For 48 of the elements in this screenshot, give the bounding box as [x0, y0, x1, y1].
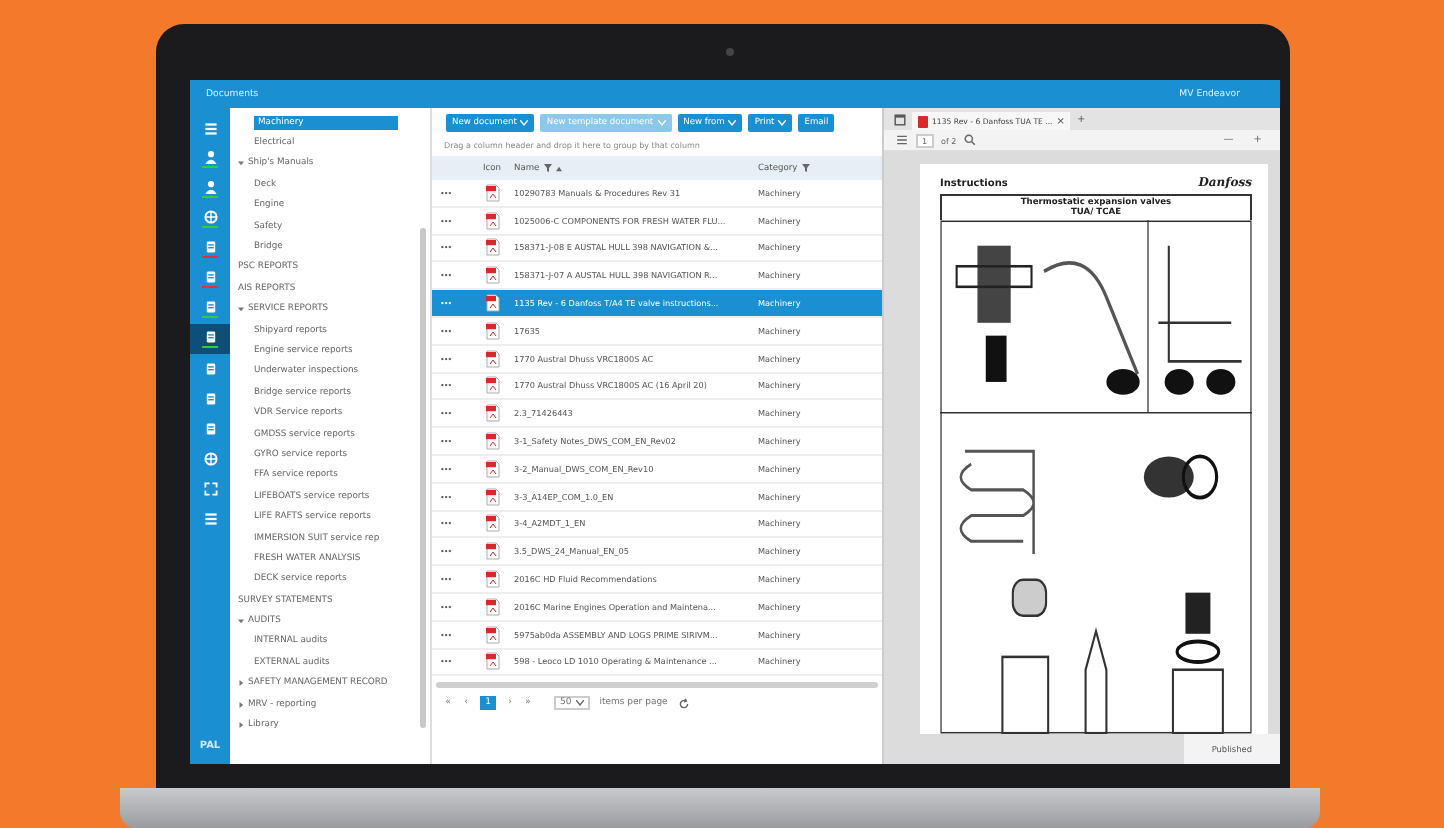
globe-icon	[203, 452, 217, 466]
caret-right-icon	[238, 701, 244, 708]
caret-down-icon	[657, 120, 666, 126]
pdf-file-icon	[485, 349, 499, 368]
horizontal-scrollbar[interactable]	[436, 682, 878, 689]
pdf-file-icon	[485, 514, 499, 533]
pdf-file-icon	[485, 183, 499, 202]
list-icon	[203, 512, 217, 526]
camera-dot	[726, 48, 734, 56]
pdf-file-icon	[485, 432, 499, 451]
caret-down-icon	[238, 618, 244, 625]
person-icon	[203, 180, 217, 194]
pdf-file-icon	[485, 652, 499, 671]
globe-icon	[203, 210, 217, 224]
menu-icon	[203, 122, 217, 136]
rail-item[interactable]	[190, 324, 230, 354]
filter-icon[interactable]	[801, 164, 810, 172]
caret-down-icon	[728, 120, 737, 126]
pdf-file-icon	[485, 211, 499, 230]
refresh-icon[interactable]	[677, 697, 690, 710]
pdf-file-icon	[485, 570, 499, 589]
pdf-file-icon	[485, 238, 499, 257]
caret-down-icon	[238, 306, 244, 313]
pdf-file-icon	[485, 459, 499, 478]
caret-down-icon	[575, 700, 584, 707]
pdf-file-icon	[485, 625, 499, 644]
caret-down-icon	[520, 120, 529, 126]
pdf-file-icon	[485, 321, 499, 340]
window-icon	[894, 113, 906, 125]
scrollbar[interactable]	[420, 228, 426, 728]
caret-right-icon	[238, 680, 244, 687]
sort-up-icon	[555, 165, 562, 171]
caret-down-icon	[238, 160, 244, 167]
pdf-file-icon	[485, 404, 499, 423]
pdf-file-icon	[485, 376, 499, 395]
pdf-file-icon	[918, 115, 928, 127]
pdf-file-icon	[485, 266, 499, 285]
expand-icon	[203, 482, 217, 496]
pdf-file-icon	[485, 294, 499, 313]
search-icon[interactable]	[964, 134, 977, 146]
caret-down-icon	[778, 120, 787, 126]
pdf-file-icon	[485, 542, 499, 561]
caret-right-icon	[238, 722, 244, 729]
menu-icon[interactable]	[896, 134, 908, 146]
filter-icon[interactable]	[543, 164, 552, 172]
pdf-file-icon	[485, 597, 499, 616]
person-icon	[203, 150, 217, 164]
pdf-file-icon	[485, 487, 499, 506]
